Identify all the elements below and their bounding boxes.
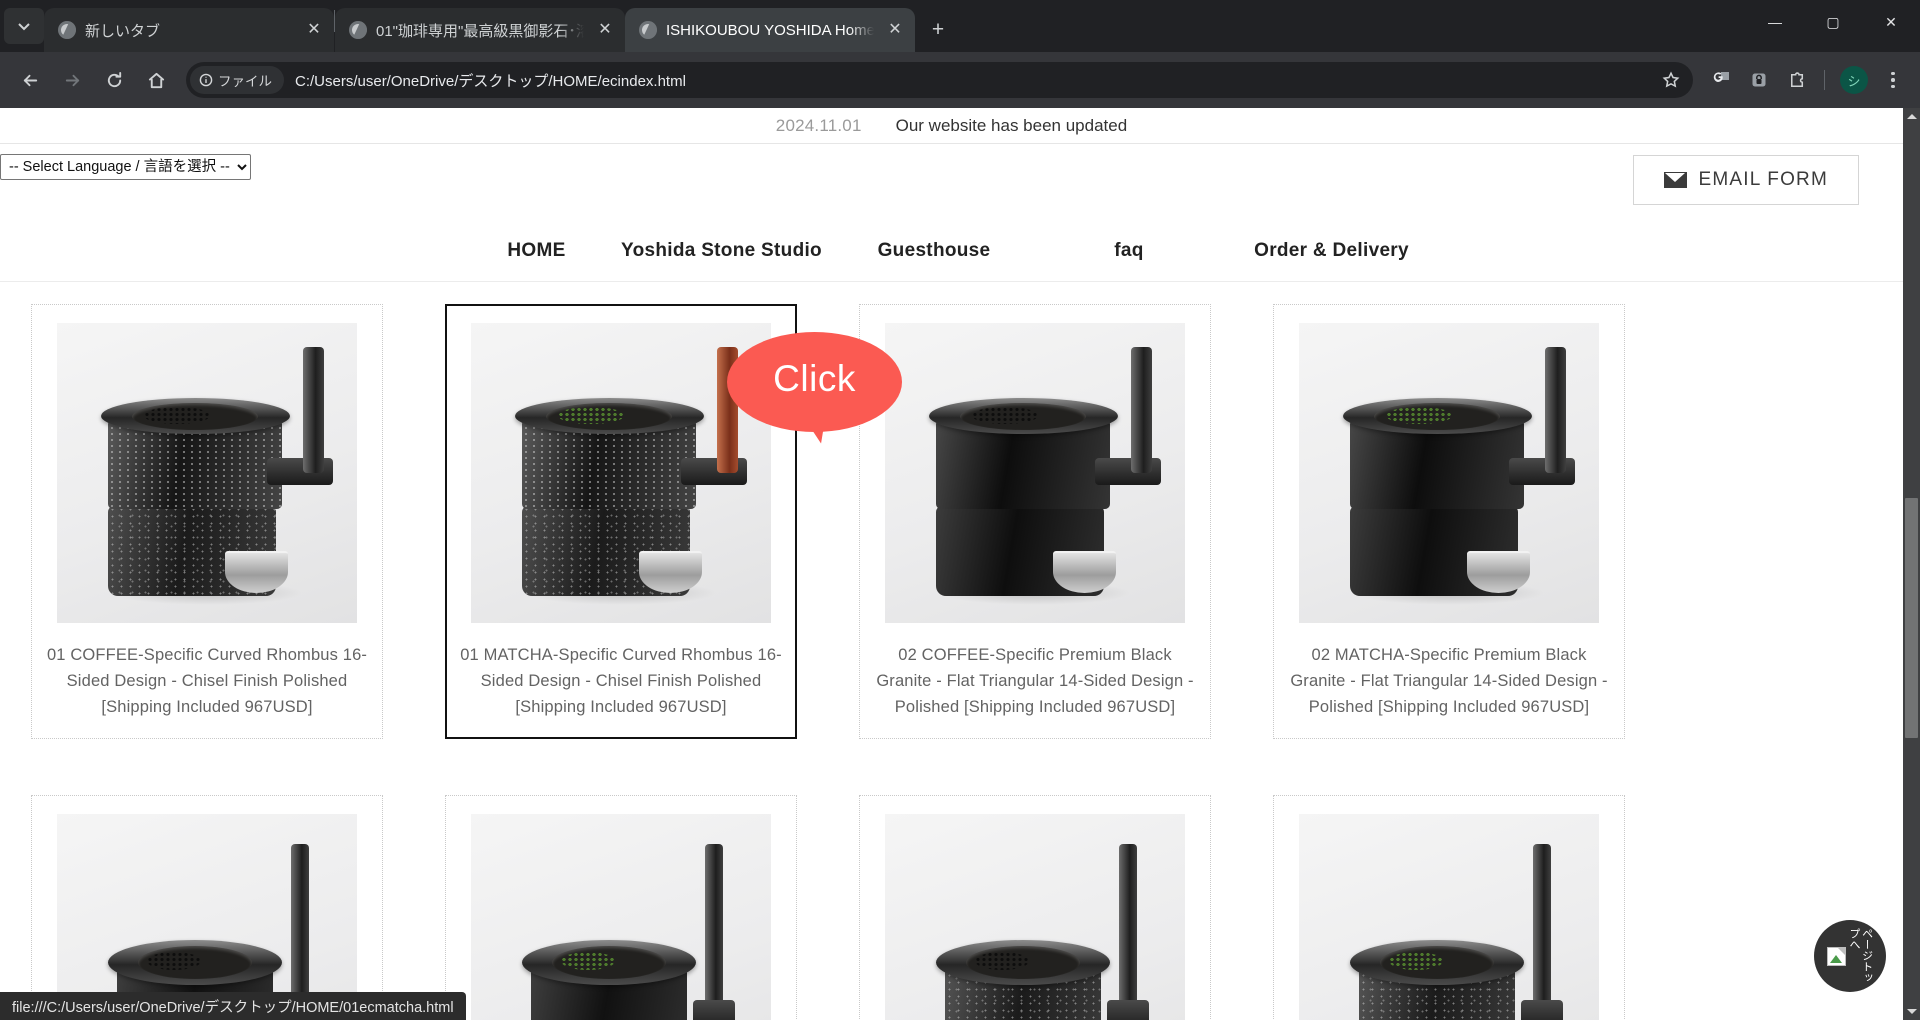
product-card[interactable]: 02 MATCHA-Specific Premium Black Granite… [1273,304,1625,740]
tab-close-icon[interactable]: ✕ [593,18,617,42]
nav-item-home[interactable]: HOME [467,240,607,262]
page-scrollbar[interactable] [1903,108,1920,1020]
window-controls: — ▢ ✕ [1746,0,1920,44]
product-grid-row-2 [0,773,1903,1020]
nav-item-order-delivery[interactable]: Order & Delivery [1227,240,1437,262]
google-translate-icon[interactable] [1703,62,1739,98]
product-card[interactable] [445,795,797,1020]
maximize-button[interactable]: ▢ [1804,0,1862,44]
page-top-label: ページトップへ [1848,928,1873,983]
product-image [57,323,357,623]
news-date: 2024.11.01 [775,115,862,135]
language-select[interactable]: -- Select Language / 言語を選択 -- [0,154,251,180]
chrome-icon [58,21,76,39]
browser-tab-2[interactable]: ISHIKOUBOU YOSHIDA Homepa ✕ [625,8,915,52]
globe-icon [349,21,367,39]
scrollbar-thumb[interactable] [1905,498,1918,738]
broken-image-icon [1827,946,1847,966]
toolbar-right-group: シ [1703,62,1910,98]
product-image [57,814,357,1020]
product-image [471,814,771,1020]
page-top-button[interactable]: ページトップへ [1814,920,1886,992]
product-caption: 01 COFFEE-Specific Curved Rhombus 16-Sid… [46,646,368,717]
news-message: Our website has been updated [895,115,1128,135]
status-bar: file:///C:/Users/user/OneDrive/デスクトップ/HO… [0,992,466,1020]
page-viewport: 2024.11.01 Our website has been updated … [0,108,1920,1020]
file-chip-label: ファイル [218,74,272,89]
globe-icon [639,21,657,39]
file-scheme-chip[interactable]: ファイル [190,66,284,94]
product-card[interactable] [1273,795,1625,1020]
home-icon[interactable] [136,60,176,100]
close-window-button[interactable]: ✕ [1862,0,1920,44]
website-content: 2024.11.01 Our website has been updated … [0,108,1903,1020]
scroll-down-arrow-icon[interactable] [1903,1003,1920,1020]
product-image [1299,323,1599,623]
three-dot-menu-icon[interactable] [1876,63,1910,97]
star-icon[interactable] [1655,64,1687,96]
product-caption: 01 MATCHA-Specific Curved Rhombus 16-Sid… [460,646,782,717]
tab-title: ISHIKOUBOU YOSHIDA Homepa [666,21,874,39]
toolbar-divider [1824,70,1825,90]
password-manager-icon[interactable] [1741,62,1777,98]
email-form-button[interactable]: EMAIL FORM [1633,155,1859,205]
tab-close-icon[interactable]: ✕ [302,18,326,42]
product-image [471,323,771,623]
email-form-label: EMAIL FORM [1698,169,1828,190]
product-card[interactable] [859,795,1211,1020]
product-image [885,323,1185,623]
browser-tab-0[interactable]: 新しいタブ ✕ [44,8,334,52]
product-image [1299,814,1599,1020]
browser-window: 新しいタブ ✕ 01"珈琲専用"最高級黒御影石･溶 ✕ ISHIKOUBOU Y… [0,0,1920,1020]
url-text: C:/Users/user/OneDrive/デスクトップ/HOME/ecind… [295,72,686,90]
product-card[interactable]: 01 COFFEE-Specific Curved Rhombus 16-Sid… [31,304,383,740]
product-caption: 02 COFFEE-Specific Premium Black Granite… [876,646,1194,717]
scroll-up-arrow-icon[interactable] [1903,108,1920,125]
site-header: -- Select Language / 言語を選択 -- EMAIL FORM [0,144,1903,220]
nav-item-guesthouse[interactable]: Guesthouse [837,240,1032,262]
forward-arrow-icon[interactable] [52,60,92,100]
nav-item-yoshida-stone-studio[interactable]: Yoshida Stone Studio [607,240,837,262]
reload-icon[interactable] [94,60,134,100]
product-card[interactable]: 01 MATCHA-Specific Curved Rhombus 16-Sid… [445,304,797,740]
address-bar[interactable]: ファイル C:/Users/user/OneDrive/デスクトップ/HOME/… [186,62,1693,98]
browser-tab-1[interactable]: 01"珈琲専用"最高級黒御影石･溶 ✕ [335,8,625,52]
tab-title: 新しいタブ [85,22,161,40]
product-card[interactable]: 02 COFFEE-Specific Premium Black Granite… [859,304,1211,740]
nav-item-faq[interactable]: faq [1032,240,1227,262]
tab-strip: 新しいタブ ✕ 01"珈琲専用"最高級黒御影石･溶 ✕ ISHIKOUBOU Y… [0,0,1920,52]
back-arrow-icon[interactable] [10,60,50,100]
news-bar: 2024.11.01 Our website has been updated [0,108,1903,144]
envelope-icon [1664,172,1688,188]
tab-title: 01"珈琲専用"最高級黒御影石･溶 [376,22,584,40]
main-navigation: HOME Yoshida Stone Studio Guesthouse faq… [0,220,1903,282]
new-tab-button[interactable]: + [921,13,955,47]
profile-avatar[interactable]: シ [1840,66,1868,94]
product-caption: 02 MATCHA-Specific Premium Black Granite… [1290,646,1608,717]
extensions-puzzle-icon[interactable] [1779,62,1815,98]
product-grid-row-1: 01 COFFEE-Specific Curved Rhombus 16-Sid… [0,282,1903,773]
product-image [885,814,1185,1020]
minimize-button[interactable]: — [1746,0,1804,44]
product-card[interactable] [31,795,383,1020]
browser-toolbar: ファイル C:/Users/user/OneDrive/デスクトップ/HOME/… [0,52,1920,108]
tab-close-icon[interactable]: ✕ [883,18,907,42]
tab-search-button[interactable] [4,8,44,44]
